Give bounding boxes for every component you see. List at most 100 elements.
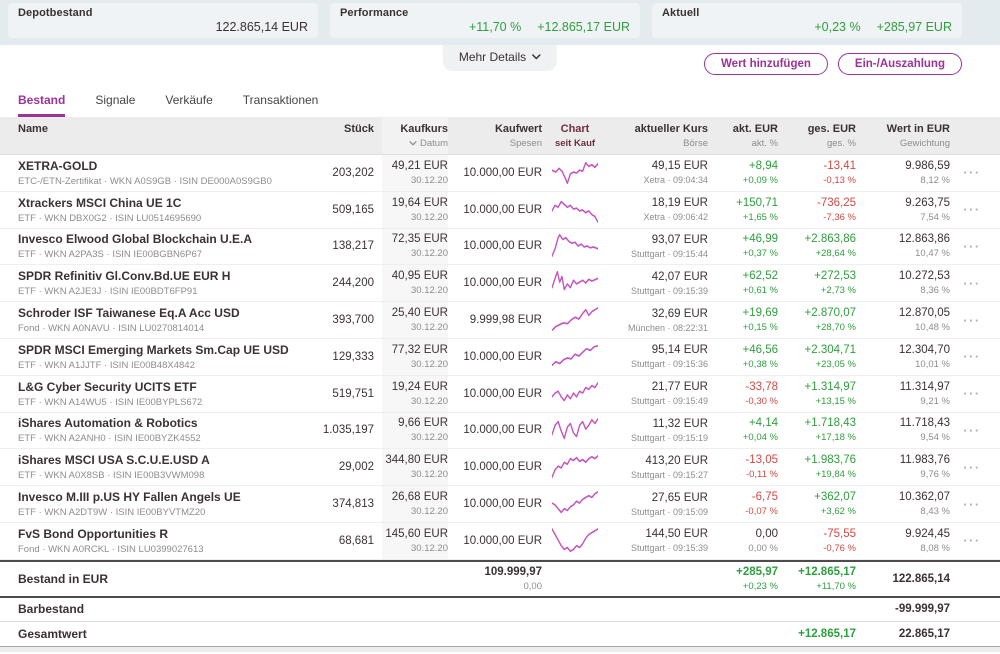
sparkline-icon bbox=[552, 453, 598, 481]
stueck-cell: 29,002 bbox=[304, 449, 374, 485]
instrument-details: Fond · WKN A0NAVU · ISIN LU0270814014 bbox=[18, 323, 296, 334]
instrument-name[interactable]: iShares MSCI USA S.C.U.E.USD A bbox=[18, 453, 296, 467]
stueck-cell: 244,200 bbox=[304, 265, 374, 301]
instrument-details: ETF · WKN A1JJTF · ISIN IE00B48X4842 bbox=[18, 360, 296, 371]
row-menu-button[interactable]: ··· bbox=[958, 302, 986, 338]
ges-eur-cell: +272,53+2,73 % bbox=[786, 265, 856, 301]
sparkline-chart bbox=[550, 302, 600, 338]
name-cell: iShares MSCI USA S.C.U.E.USD A ETF · WKN… bbox=[18, 449, 296, 485]
row-menu-button[interactable]: ··· bbox=[958, 523, 986, 559]
position-row[interactable]: FvS Bond Opportunities R Fond · WKN A0RC… bbox=[0, 523, 1000, 560]
instrument-name[interactable]: SPDR MSCI Emerging Markets Sm.Cap UE USD bbox=[18, 343, 296, 357]
instrument-name[interactable]: Schroder ISF Taiwanese Eq.A Acc USD bbox=[18, 306, 296, 320]
bestand-summary-row: Bestand in EUR 109.999,970,00 +285,97+0,… bbox=[0, 560, 1000, 596]
header-kurs: aktueller KursBörse bbox=[608, 117, 708, 154]
instrument-name[interactable]: iShares Automation & Robotics bbox=[18, 416, 296, 430]
instrument-details: ETF · WKN A2ANH0 · ISIN IE00BYZK4552 bbox=[18, 433, 296, 444]
row-menu-button[interactable]: ··· bbox=[958, 265, 986, 301]
ellipsis-menu-icon: ··· bbox=[963, 533, 981, 548]
instrument-name[interactable]: FvS Bond Opportunities R bbox=[18, 527, 296, 541]
wert-cell: 12.870,0510,48 % bbox=[864, 302, 950, 338]
akt-eur-cell: +19,69+0,15 % bbox=[716, 302, 778, 338]
performance-card: Performance +11,70 % +12.865,17 EUR bbox=[330, 3, 640, 38]
chevron-down-icon bbox=[532, 54, 541, 60]
position-row[interactable]: SPDR Refinitiv Gl.Conv.Bd.UE EUR H ETF ·… bbox=[0, 265, 1000, 302]
position-row[interactable]: Invesco M.III p.US HY Fallen Angels UE E… bbox=[0, 486, 1000, 523]
kaufwert-cell: 10.000,00 EUR bbox=[456, 192, 542, 228]
kurs-cell: 21,77 EURStuttgart · 09:15:49 bbox=[608, 376, 708, 412]
kaufkurs-cell: 77,32 EUR30.12.20 bbox=[382, 339, 448, 375]
stueck-cell: 509,165 bbox=[304, 192, 374, 228]
barbestand-wert: -99.999,97 bbox=[864, 598, 950, 621]
tab-transaktionen[interactable]: Transaktionen bbox=[243, 93, 319, 117]
ges-eur-cell: +2.304,71+23,05 % bbox=[786, 339, 856, 375]
depot-value-label: Depotbestand bbox=[18, 7, 308, 19]
sparkline-icon bbox=[552, 527, 598, 555]
add-value-button[interactable]: Wert hinzufügen bbox=[704, 53, 828, 75]
akt-eur-cell: +46,56+0,38 % bbox=[716, 339, 778, 375]
bestand-akt-eur: +285,97+0,23 % bbox=[716, 562, 778, 596]
header-name: Name bbox=[18, 117, 296, 154]
header-kaufkurs[interactable]: Kaufkurs Datum bbox=[382, 117, 448, 154]
row-menu-button[interactable]: ··· bbox=[958, 413, 986, 449]
position-row[interactable]: SPDR MSCI Emerging Markets Sm.Cap UE USD… bbox=[0, 339, 1000, 376]
ellipsis-menu-icon: ··· bbox=[963, 423, 981, 438]
tab-verkaeufe[interactable]: Verkäufe bbox=[165, 93, 212, 117]
header-stueck: Stück bbox=[304, 117, 374, 154]
ges-eur-cell: -736,25-7,36 % bbox=[786, 192, 856, 228]
more-details-label: Mehr Details bbox=[459, 50, 526, 64]
stueck-cell: 129,333 bbox=[304, 339, 374, 375]
instrument-details: ETC-/ETN-Zertifikat · WKN A0S9GB · ISIN … bbox=[18, 176, 296, 187]
instrument-name[interactable]: SPDR Refinitiv Gl.Conv.Bd.UE EUR H bbox=[18, 269, 296, 283]
sparkline-icon bbox=[552, 159, 598, 187]
row-menu-button[interactable]: ··· bbox=[958, 376, 986, 412]
kurs-cell: 18,19 EURXetra · 09:06:42 bbox=[608, 192, 708, 228]
tab-bar: Bestand Signale Verkäufe Transaktionen bbox=[0, 85, 1000, 117]
position-row[interactable]: L&G Cyber Security UCITS ETF ETF · WKN A… bbox=[0, 376, 1000, 413]
deposit-withdraw-button[interactable]: Ein-/Auszahlung bbox=[838, 53, 962, 75]
position-row[interactable]: XETRA-GOLD ETC-/ETN-Zertifikat · WKN A0S… bbox=[0, 155, 1000, 192]
instrument-name[interactable]: Xtrackers MSCI China UE 1C bbox=[18, 196, 296, 210]
instrument-name[interactable]: XETRA-GOLD bbox=[18, 159, 296, 173]
gesamtwert-row: Gesamtwert +12.865,17 22.865,17 bbox=[0, 621, 1000, 646]
instrument-name[interactable]: L&G Cyber Security UCITS ETF bbox=[18, 380, 296, 394]
tab-bestand[interactable]: Bestand bbox=[18, 93, 65, 117]
instrument-details: ETF · WKN A2DT9W · ISIN IE00BYVTMZ20 bbox=[18, 507, 296, 518]
ges-eur-cell: +2.863,86+28,64 % bbox=[786, 229, 856, 265]
ges-eur-cell: +1.983,76+19,84 % bbox=[786, 449, 856, 485]
ges-eur-cell: +1.314,97+13,15 % bbox=[786, 376, 856, 412]
row-menu-button[interactable]: ··· bbox=[958, 486, 986, 522]
instrument-name[interactable]: Invesco Elwood Global Blockchain U.E.A bbox=[18, 232, 296, 246]
position-row[interactable]: iShares MSCI USA S.C.U.E.USD A ETF · WKN… bbox=[0, 449, 1000, 486]
stueck-cell: 68,681 bbox=[304, 523, 374, 559]
details-row: Mehr Details Wert hinzufügen Ein-/Auszah… bbox=[0, 45, 1000, 85]
sparkline-icon bbox=[552, 269, 598, 297]
kurs-cell: 27,65 EURStuttgart · 09:15:09 bbox=[608, 486, 708, 522]
sparkline-chart bbox=[550, 486, 600, 522]
instrument-name[interactable]: Invesco M.III p.US HY Fallen Angels UE bbox=[18, 490, 296, 504]
sparkline-icon bbox=[552, 343, 598, 371]
row-menu-button[interactable]: ··· bbox=[958, 192, 986, 228]
action-buttons: Wert hinzufügen Ein-/Auszahlung bbox=[704, 53, 962, 75]
row-menu-button[interactable]: ··· bbox=[958, 155, 986, 191]
row-menu-button[interactable]: ··· bbox=[958, 339, 986, 375]
row-menu-button[interactable]: ··· bbox=[958, 449, 986, 485]
position-row[interactable]: Xtrackers MSCI China UE 1C ETF · WKN DBX… bbox=[0, 192, 1000, 229]
name-cell: L&G Cyber Security UCITS ETF ETF · WKN A… bbox=[18, 376, 296, 412]
header-akt-eur: akt. EURakt. % bbox=[716, 117, 778, 154]
ellipsis-menu-icon: ··· bbox=[963, 313, 981, 328]
ellipsis-menu-icon: ··· bbox=[963, 239, 981, 254]
performance-label: Performance bbox=[340, 7, 630, 19]
akt-eur-cell: -33,78-0,30 % bbox=[716, 376, 778, 412]
more-details-button[interactable]: Mehr Details bbox=[443, 45, 557, 71]
position-row[interactable]: Invesco Elwood Global Blockchain U.E.A E… bbox=[0, 229, 1000, 266]
ges-eur-cell: +362,07+3,62 % bbox=[786, 486, 856, 522]
row-menu-button[interactable]: ··· bbox=[958, 229, 986, 265]
depot-value: 122.865,14 EUR bbox=[216, 20, 308, 34]
kurs-cell: 42,07 EURStuttgart · 09:15:39 bbox=[608, 265, 708, 301]
position-row[interactable]: Schroder ISF Taiwanese Eq.A Acc USD Fond… bbox=[0, 302, 1000, 339]
position-row[interactable]: iShares Automation & Robotics ETF · WKN … bbox=[0, 413, 1000, 450]
instrument-details: ETF · WKN A2PA3S · ISIN IE00BGBN6P67 bbox=[18, 249, 296, 260]
today-card: Aktuell +0,23 % +285,97 EUR bbox=[652, 3, 962, 38]
tab-signale[interactable]: Signale bbox=[95, 93, 135, 117]
